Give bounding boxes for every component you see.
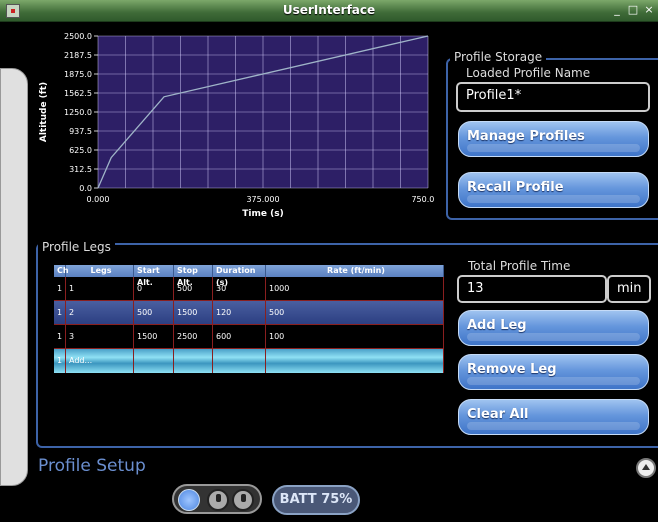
total-time-label: Total Profile Time: [468, 259, 571, 273]
cell-leg: 1: [66, 277, 134, 300]
connection-status-icon[interactable]: [178, 489, 200, 511]
column-header-rate[interactable]: Rate (ft/min): [266, 265, 444, 277]
y-tick-label: 0.0: [79, 184, 92, 193]
add-leg-button[interactable]: Add Leg: [458, 310, 649, 346]
close-button[interactable]: ×: [642, 3, 656, 17]
cell-ch: 1: [54, 301, 66, 324]
total-time-unit: min: [607, 275, 651, 303]
cell-stop-alt: 2500: [174, 325, 213, 348]
x-tick-label: 0.000: [87, 195, 110, 204]
cell-ch: 1: [54, 325, 66, 348]
y-tick-label: 937.5: [69, 127, 92, 136]
table-row[interactable]: 1 3 1500 2500 600 100: [54, 325, 444, 349]
side-drawer-handle[interactable]: [0, 68, 28, 486]
empty-cell: [134, 349, 174, 373]
legs-table: Ch Legs Start Alt. Stop Alt. Duration (s…: [54, 265, 444, 380]
cell-ch: 1: [54, 277, 66, 300]
cell-rate: 500: [266, 301, 444, 324]
chart-svg: 0.0 312.5 625.0 937.5 1250.0 1562.5 1875.0 2187…: [39, 32, 434, 219]
cell-stop-alt: 1500: [174, 301, 213, 324]
loaded-profile-field[interactable]: Profile1*: [456, 82, 650, 112]
cell-duration: 600: [213, 325, 266, 348]
alert-icon[interactable]: [232, 489, 254, 511]
battery-indicator: BATT 75%: [272, 485, 360, 515]
cell-stop-alt: 500: [174, 277, 213, 300]
cell-ch: 1: [54, 349, 66, 373]
x-axis-label: Time (s): [242, 209, 283, 219]
y-tick-label: 1562.5: [64, 89, 92, 98]
remove-leg-button[interactable]: Remove Leg: [458, 354, 649, 390]
table-header: Ch Legs Start Alt. Stop Alt. Duration (s…: [54, 265, 444, 287]
maximize-button[interactable]: □: [626, 3, 640, 17]
collapse-up-icon[interactable]: [636, 458, 656, 478]
x-tick-label: 375.000: [246, 195, 279, 204]
altitude-chart: 0.0 312.5 625.0 937.5 1250.0 1562.5 1875.0 2187…: [34, 30, 434, 230]
minimize-button[interactable]: _: [610, 3, 624, 17]
cell-duration: 30: [213, 277, 266, 300]
y-tick-label: 2500.0: [64, 32, 92, 41]
y-tick-label: 2187.5: [64, 51, 92, 60]
cell-leg: 3: [66, 325, 134, 348]
up-arrow-icon[interactable]: [207, 489, 229, 511]
y-tick-label: 1250.0: [64, 108, 92, 117]
y-tick-label: 1875.0: [64, 70, 92, 79]
y-tick-label: 312.5: [69, 165, 92, 174]
cell-start-alt: 1500: [134, 325, 174, 348]
cell-start-alt: 0: [134, 277, 174, 300]
y-axis-label: Altitude (ft): [39, 82, 49, 142]
manage-profiles-button[interactable]: Manage Profiles: [458, 121, 649, 157]
table-row[interactable]: 1 2 500 1500 120 500: [54, 301, 444, 325]
column-header-duration[interactable]: Duration (s): [213, 265, 266, 287]
cell-start-alt: 500: [134, 301, 174, 324]
profile-legs-title: Profile Legs: [38, 240, 115, 254]
cell-duration: 120: [213, 301, 266, 324]
empty-cell: [213, 349, 266, 373]
profile-setup-title: Profile Setup: [38, 456, 146, 476]
column-header-ch[interactable]: Ch: [54, 265, 69, 277]
add-row[interactable]: 1 Add...: [54, 349, 444, 373]
loaded-profile-label: Loaded Profile Name: [466, 66, 591, 80]
cell-rate: 100: [266, 325, 444, 348]
profile-storage-title: Profile Storage: [450, 50, 547, 64]
y-tick-label: 625.0: [69, 146, 92, 155]
empty-cell: [266, 349, 444, 373]
cell-rate: 1000: [266, 277, 444, 300]
add-row-label: Add...: [66, 349, 134, 373]
x-tick-label: 750.000: [411, 195, 434, 204]
title-bar: UserInterface _ □ ×: [0, 0, 658, 22]
clear-all-button[interactable]: Clear All: [458, 399, 649, 435]
column-header-stop-alt[interactable]: Stop Alt.: [174, 265, 213, 287]
window-title: UserInterface: [282, 3, 376, 17]
status-indicator-group: [172, 484, 262, 514]
column-header-start-alt[interactable]: Start Alt.: [134, 265, 174, 287]
table-row[interactable]: 1 1 0 500 30 1000: [54, 277, 444, 301]
column-header-legs[interactable]: Legs: [66, 265, 134, 277]
total-time-field[interactable]: 13: [457, 275, 607, 303]
recall-profile-button[interactable]: Recall Profile: [458, 172, 649, 208]
cell-leg: 2: [66, 301, 134, 324]
empty-cell: [174, 349, 213, 373]
